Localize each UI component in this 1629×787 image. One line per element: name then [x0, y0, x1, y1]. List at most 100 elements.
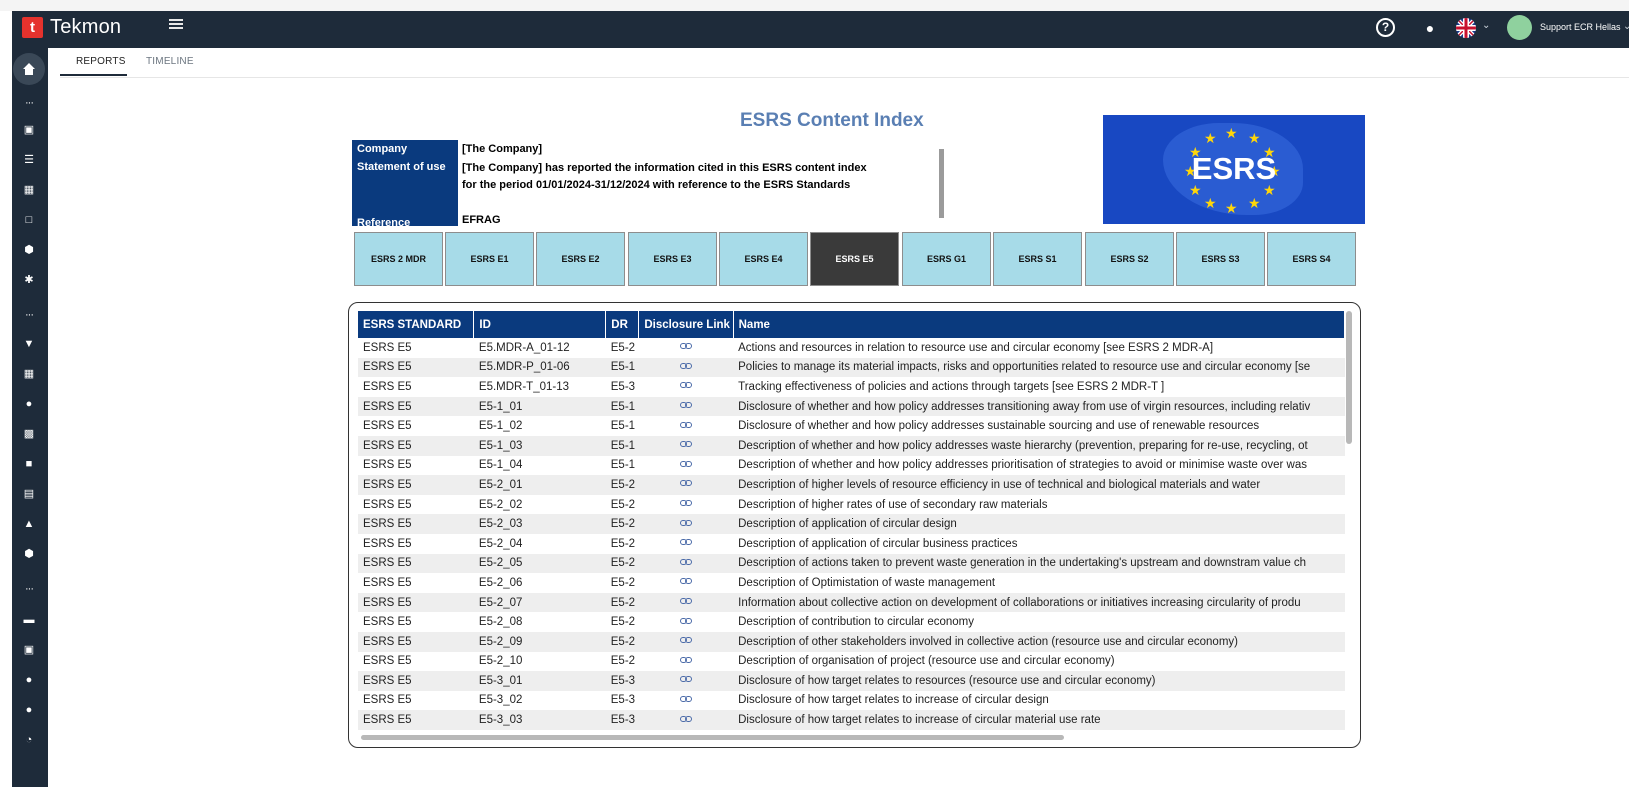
card-icon[interactable]: ▬ — [22, 614, 36, 626]
trash-icon[interactable]: ■ — [22, 458, 36, 470]
disclosure-link-icon[interactable] — [638, 612, 734, 632]
id-cell: E5-1_04 — [473, 455, 606, 476]
folder-icon[interactable]: □ — [22, 214, 36, 226]
standard-button[interactable]: ESRS E1 — [445, 232, 534, 286]
list-icon[interactable]: ☰ — [22, 154, 36, 166]
info-scrollbar[interactable] — [939, 149, 944, 218]
disclosure-link-icon[interactable] — [638, 671, 734, 691]
dashboard-icon[interactable]: ▦ — [22, 184, 36, 196]
column-header[interactable]: ESRS STANDARD — [358, 311, 475, 338]
standard-cell: ESRS E5 — [358, 651, 474, 672]
tab-timeline[interactable]: TIMELINE — [146, 56, 194, 67]
standard-button[interactable]: ESRS 2 MDR — [354, 232, 443, 286]
star-icon: ★ — [1248, 130, 1261, 146]
disclosure-link-icon[interactable] — [638, 690, 734, 711]
table-horizontal-scrollbar[interactable] — [361, 735, 1064, 740]
table-row: ESRS E5 E5.MDR-T_01-13 E5-3 Tracking effect… — [358, 377, 1345, 397]
column-header[interactable]: Name — [733, 311, 1345, 338]
table-row: ESRS E5 E5-1_03 E5-1 Description of whether… — [358, 435, 1345, 456]
standard-button[interactable]: ESRS S4 — [1267, 232, 1356, 286]
help-icon[interactable]: ? — [1376, 18, 1395, 37]
disclosure-table-viewport: ESRS STANDARD ID DR Disclosure Link Name… — [358, 311, 1345, 734]
calculator-icon[interactable]: ▦ — [22, 368, 36, 380]
building-icon[interactable]: ▩ — [22, 428, 36, 440]
user-avatar[interactable] — [1507, 15, 1532, 40]
standard-button[interactable]: ESRS E3 — [628, 232, 717, 286]
id-cell: E5-2_02 — [473, 494, 606, 515]
standard-button[interactable]: ESRS E2 — [536, 232, 625, 286]
box-icon[interactable]: ⬢ — [22, 548, 36, 560]
cube-icon[interactable]: ⬢ — [22, 244, 36, 256]
hamburger-icon[interactable] — [169, 19, 183, 33]
more-icon[interactable]: ··· — [22, 98, 36, 109]
more-icon[interactable]: ··· — [22, 310, 36, 321]
table-row: ESRS E5 E5-2_07 E5-2 Information about coll… — [358, 592, 1345, 613]
user-chevron-down-icon[interactable]: ⌄ — [1623, 21, 1629, 32]
checkbox-icon[interactable]: ▣ — [22, 124, 36, 136]
disclosure-link-icon[interactable] — [638, 338, 734, 358]
id-cell: E5-2_01 — [473, 475, 606, 495]
disclosure-table: ESRS STANDARD ID DR Disclosure Link Name… — [358, 311, 1345, 730]
home-icon[interactable] — [13, 53, 45, 85]
name-cell: Disclosure of whether and how policy add… — [733, 396, 1345, 417]
esrs-flag-image: ★ ★ ★ ★ ★ ★ ★ ★ ★ ★ ★ ★ ESRS — [1103, 115, 1365, 224]
table-vertical-scrollbar[interactable] — [1346, 311, 1352, 444]
reference-value: EFRAG — [462, 214, 501, 226]
standard-button-active[interactable]: ESRS E5 — [810, 232, 899, 286]
column-header[interactable]: DR — [605, 311, 640, 338]
disclosure-link-icon[interactable] — [638, 710, 734, 730]
book-icon[interactable]: ▤ — [22, 488, 36, 500]
standard-cell: ESRS E5 — [358, 475, 474, 495]
disclosure-link-icon[interactable] — [638, 631, 734, 652]
standard-button[interactable]: ESRS S3 — [1176, 232, 1265, 286]
disclosure-link-icon[interactable] — [638, 435, 734, 456]
column-header[interactable]: ID — [473, 311, 607, 338]
id-cell: E5-1_03 — [473, 435, 606, 456]
disclosure-link-icon[interactable] — [638, 651, 734, 672]
location-icon[interactable]: ● — [22, 398, 36, 410]
disclosure-link-icon[interactable] — [638, 396, 734, 417]
disclosure-link-icon[interactable] — [638, 592, 734, 613]
id-cell: E5-2_07 — [473, 592, 606, 613]
people-icon[interactable]: ▲ — [22, 518, 36, 530]
reference-label: Reference — [352, 213, 458, 226]
standard-cell: ESRS E5 — [358, 396, 474, 417]
standard-button[interactable]: ESRS S1 — [993, 232, 1082, 286]
bell-icon[interactable]: ● — [1420, 18, 1440, 38]
disclosure-link-icon[interactable] — [638, 377, 734, 397]
standard-button[interactable]: ESRS S2 — [1085, 232, 1174, 286]
tab-reports[interactable]: REPORTS — [76, 56, 126, 67]
disclosure-link-icon[interactable] — [638, 553, 734, 574]
language-chevron-down-icon[interactable]: ⌄ — [1482, 20, 1490, 31]
id-cell: E5-2_08 — [473, 612, 606, 632]
name-cell: Disclosure of how target relates to reso… — [733, 671, 1345, 691]
disclosure-link-icon[interactable] — [638, 357, 734, 378]
disclosure-link-icon[interactable] — [638, 573, 734, 593]
tekmon-logo-icon[interactable]: t — [22, 17, 43, 38]
user-icon[interactable]: ● — [22, 674, 36, 686]
standard-cell: ESRS E5 — [358, 455, 474, 476]
brand-name[interactable]: Tekmon — [50, 16, 121, 39]
document-icon[interactable]: ▣ — [22, 644, 36, 656]
disclosure-link-icon[interactable] — [638, 533, 734, 554]
settings-icon[interactable]: ✱ — [22, 274, 36, 286]
dr-cell: E5-2 — [605, 631, 639, 652]
disclosure-link-icon[interactable] — [638, 514, 734, 534]
group-icon[interactable]: ● — [22, 704, 36, 716]
name-cell: Disclosure of whether and how policy add… — [733, 416, 1345, 436]
disclosure-link-icon[interactable] — [638, 494, 734, 515]
id-cell: E5-2_06 — [473, 573, 606, 593]
name-cell: Description of actions taken to prevent … — [733, 553, 1345, 574]
disclosure-link-icon[interactable] — [638, 416, 734, 436]
pie-icon[interactable]: ◔ — [22, 734, 36, 746]
statement-label: Statement of use — [352, 158, 458, 213]
standard-button[interactable]: ESRS E4 — [719, 232, 808, 286]
disclosure-link-icon[interactable] — [638, 455, 734, 476]
user-name[interactable]: Support ECR Hellas — [1540, 22, 1621, 32]
standard-button[interactable]: ESRS G1 — [902, 232, 991, 286]
column-header[interactable]: Disclosure Link — [638, 311, 734, 338]
diamond-icon[interactable]: ▼ — [22, 338, 36, 350]
more-icon[interactable]: ··· — [22, 584, 36, 595]
uk-flag-icon[interactable] — [1456, 18, 1476, 38]
disclosure-link-icon[interactable] — [638, 475, 734, 495]
